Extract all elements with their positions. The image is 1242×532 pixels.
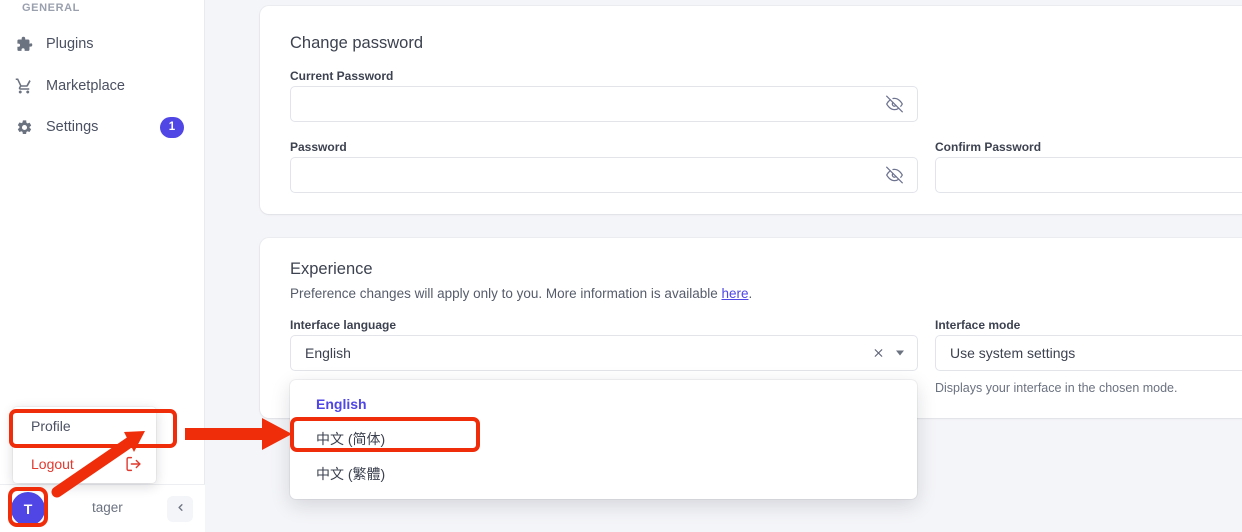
logout-label: Logout [31, 456, 74, 472]
current-password-input[interactable] [290, 86, 918, 122]
language-option-label: English [316, 395, 367, 412]
status-badge: 1 [160, 116, 184, 138]
interface-mode-hint: Displays your interface in the chosen mo… [935, 381, 1178, 395]
gear-icon [14, 117, 34, 137]
confirm-password-label: Confirm Password [935, 140, 1042, 154]
sidebar: GENERAL Plugins Marketplace Settings 1 T… [0, 0, 205, 532]
sidebar-item-label: Settings [46, 119, 99, 135]
profile-menu-item-profile[interactable]: Profile [13, 407, 156, 445]
language-option-chinese-simplified[interactable]: 中文 (简体) [290, 421, 917, 456]
sidebar-section-title: GENERAL [22, 2, 80, 14]
avatar[interactable]: T [11, 492, 45, 526]
confirm-password-input[interactable] [935, 157, 1242, 193]
change-password-card: Change password Current Password Passwor… [260, 6, 1242, 214]
chevron-left-icon [175, 500, 186, 518]
profile-menu-label: Profile [31, 418, 71, 434]
interface-mode-select[interactable]: Use system settings [935, 335, 1242, 371]
experience-description-text: Preference changes will apply only to yo… [290, 286, 722, 301]
main-content: Change password Current Password Passwor… [205, 0, 1242, 532]
more-information-link[interactable]: here [721, 286, 748, 301]
language-option-english[interactable]: English [290, 386, 917, 421]
page-title: Change password [290, 34, 423, 52]
sidebar-user-bar: T tager [0, 484, 205, 532]
puzzle-icon [14, 34, 34, 54]
sidebar-collapse-button[interactable] [167, 496, 193, 522]
interface-language-value: English [305, 345, 351, 361]
eye-off-icon[interactable] [886, 95, 903, 113]
password-input[interactable] [290, 157, 918, 193]
interface-language-dropdown: English 中文 (简体) 中文 (繁體) [290, 380, 917, 499]
settings-page: GENERAL Plugins Marketplace Settings 1 T… [0, 0, 1242, 532]
sidebar-item-plugins[interactable]: Plugins [14, 27, 194, 61]
experience-description-period: . [748, 286, 753, 301]
experience-description: Preference changes will apply only to yo… [290, 286, 752, 301]
interface-language-label: Interface language [290, 318, 397, 332]
eye-off-icon[interactable] [886, 166, 903, 184]
avatar-initial: T [23, 501, 33, 517]
password-label: Password [290, 140, 347, 154]
sidebar-item-label: Plugins [46, 36, 94, 52]
sidebar-item-label: Marketplace [46, 78, 125, 94]
user-name-label: tager [92, 500, 123, 515]
experience-title: Experience [290, 260, 373, 278]
language-option-label: 中文 (简体) [316, 430, 386, 447]
interface-mode-label: Interface mode [935, 318, 1021, 332]
chevron-down-icon[interactable] [896, 350, 904, 356]
interface-language-select[interactable]: English [290, 335, 918, 371]
sidebar-item-settings[interactable]: Settings 1 [14, 110, 194, 144]
sign-out-icon [125, 456, 142, 473]
shopping-cart-icon [14, 76, 34, 96]
language-option-label: 中文 (繁體) [316, 465, 386, 482]
current-password-label: Current Password [290, 69, 394, 83]
profile-menu: Profile Logout [13, 407, 156, 483]
profile-menu-item-logout[interactable]: Logout [13, 445, 156, 483]
sidebar-item-marketplace[interactable]: Marketplace [14, 69, 194, 103]
interface-mode-value: Use system settings [950, 345, 1076, 361]
language-option-chinese-traditional[interactable]: 中文 (繁體) [290, 456, 917, 491]
close-x-icon[interactable] [872, 347, 885, 360]
